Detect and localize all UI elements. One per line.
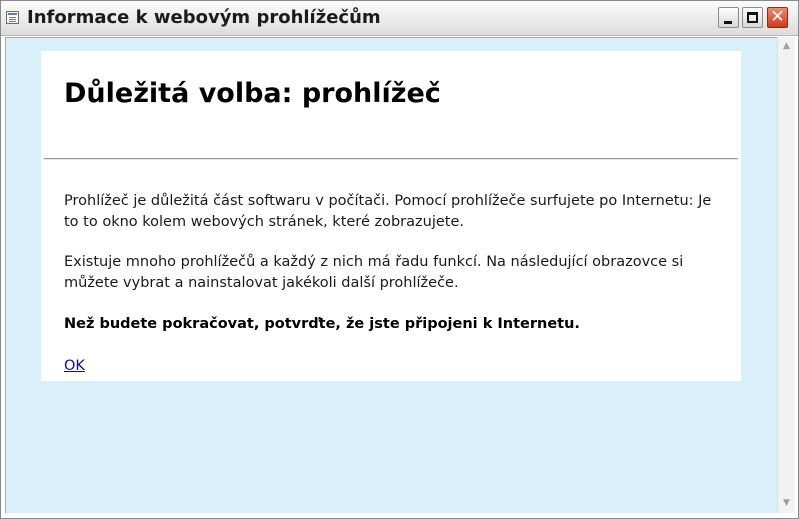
close-button[interactable]: ✕ (767, 7, 788, 28)
page-heading: Důležitá volba: prohlížeč (64, 78, 441, 109)
internet-warning-paragraph: Než budete pokračovat, potvrďte, že jste… (64, 316, 580, 332)
minimize-button[interactable] (718, 7, 739, 28)
title-bar[interactable]: Informace k webovým prohlížečům ✕ (1, 1, 798, 36)
maximize-button[interactable] (742, 7, 763, 28)
ok-link[interactable]: OK (64, 358, 85, 374)
scroll-up-arrow-icon[interactable]: ▲ (779, 39, 794, 54)
window-title: Informace k webovým prohlížečům (27, 7, 381, 28)
browser-info-window: Informace k webovým prohlížečům ✕ ▲ ▼ Dů… (0, 0, 799, 519)
heading-divider (44, 158, 738, 160)
vertical-scrollbar[interactable]: ▲ ▼ (777, 37, 795, 513)
window-app-icon[interactable] (6, 11, 19, 24)
scroll-down-arrow-icon[interactable]: ▼ (779, 496, 794, 511)
info-panel: Důležitá volba: prohlížeč Prohlížeč je d… (41, 51, 741, 381)
intro-paragraph: Prohlížeč je důležitá část softwaru v po… (64, 193, 712, 230)
maximize-icon (747, 12, 758, 23)
close-icon: ✕ (770, 7, 785, 27)
browsers-paragraph: Existuje mnoho prohlížečů a každý z nich… (64, 254, 684, 291)
minimize-icon (724, 21, 732, 24)
